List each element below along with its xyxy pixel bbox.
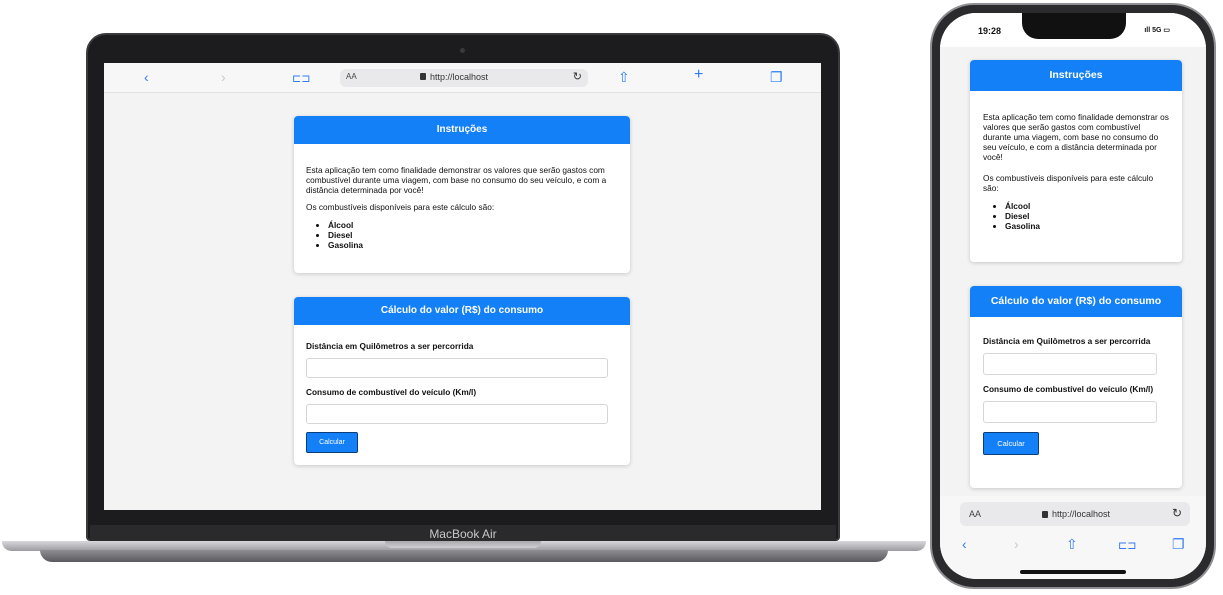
list-item: Gasolina bbox=[1005, 221, 1169, 231]
calculator-title: Cálculo do valor (R$) do consumo bbox=[970, 286, 1182, 317]
url-text: http://localhost bbox=[430, 72, 489, 82]
consumption-input[interactable] bbox=[306, 404, 608, 424]
device-mockup-stage: MacBook Air ‹ › ⊏⊐ AA http://localhost ↻… bbox=[0, 0, 1223, 595]
address-bar[interactable]: AA http://localhost ↻ bbox=[960, 502, 1190, 526]
reload-icon[interactable]: ↻ bbox=[573, 70, 582, 83]
reload-icon[interactable]: ↻ bbox=[1172, 506, 1182, 520]
distance-input[interactable] bbox=[306, 358, 608, 378]
fuel-list: Álcool Diesel Gasolina bbox=[328, 220, 618, 250]
status-time: 19:28 bbox=[978, 26, 1002, 36]
laptop-brand-label: MacBook Air bbox=[429, 527, 497, 541]
calculator-title: Cálculo do valor (R$) do consumo bbox=[294, 297, 630, 325]
home-indicator bbox=[1020, 570, 1126, 574]
calculator-body: Distância em Quilômetros a ser percorrid… bbox=[294, 325, 630, 453]
calculator-card: Cálculo do valor (R$) do consumo Distânc… bbox=[970, 286, 1182, 488]
instructions-body: Esta aplicação tem como finalidade demon… bbox=[970, 91, 1182, 231]
back-icon[interactable]: ‹ bbox=[144, 69, 149, 85]
instructions-card: Instruções Esta aplicação tem como final… bbox=[970, 60, 1182, 262]
calculate-button[interactable]: Calcular bbox=[306, 432, 358, 453]
consumption-label: Consumo de combustível do veículo (Km/l) bbox=[306, 387, 477, 397]
distance-input[interactable] bbox=[983, 353, 1157, 375]
phone-browser-toolbar: AA http://localhost ↻ ‹ › ⇧ ⊏⊐ ❐ bbox=[940, 496, 1206, 579]
distance-label: Distância em Quilômetros a ser percorrid… bbox=[983, 336, 1151, 346]
calculate-button[interactable]: Calcular bbox=[983, 432, 1039, 455]
phone-notch bbox=[1022, 13, 1126, 39]
distance-label: Distância em Quilômetros a ser percorrid… bbox=[306, 341, 474, 351]
calculator-body: Distância em Quilômetros a ser percorrid… bbox=[970, 317, 1182, 455]
instructions-title: Instruções bbox=[970, 60, 1182, 91]
laptop-hinge-notch bbox=[385, 541, 541, 548]
share-icon[interactable]: ⇧ bbox=[618, 69, 630, 85]
instructions-paragraph: Esta aplicação tem como finalidade demon… bbox=[306, 165, 607, 195]
laptop-base-foot bbox=[40, 550, 888, 562]
bookmarks-icon[interactable]: ⊏⊐ bbox=[1118, 539, 1136, 552]
lock-icon bbox=[420, 73, 426, 80]
tabs-icon[interactable]: ❐ bbox=[1172, 536, 1185, 553]
calculator-card: Cálculo do valor (R$) do consumo Distânc… bbox=[294, 297, 630, 465]
list-item: Álcool bbox=[1005, 201, 1169, 211]
reader-aa-button[interactable]: AA bbox=[969, 509, 981, 519]
bookmarks-icon[interactable]: ⊏⊐ bbox=[292, 71, 310, 87]
list-item: Diesel bbox=[328, 230, 618, 240]
instructions-paragraph: Esta aplicação tem como finalidade demon… bbox=[983, 112, 1169, 162]
instructions-title: Instruções bbox=[294, 116, 630, 144]
new-tab-icon[interactable]: + bbox=[694, 67, 703, 83]
address-bar[interactable]: AA http://localhost ↻ bbox=[340, 69, 588, 87]
signal-battery-icon: ıll 5G ▭ bbox=[1144, 27, 1170, 34]
laptop-camera bbox=[460, 48, 465, 53]
fuels-intro: Os combustíveis disponíveis para este cá… bbox=[306, 202, 495, 212]
reader-aa-button[interactable]: AA bbox=[346, 72, 357, 81]
url-text: http://localhost bbox=[1052, 509, 1111, 519]
instructions-body: Esta aplicação tem como finalidade demon… bbox=[294, 144, 630, 250]
fuel-list: Álcool Diesel Gasolina bbox=[1005, 201, 1169, 231]
list-item: Gasolina bbox=[328, 240, 618, 250]
list-item: Álcool bbox=[328, 220, 618, 230]
lock-icon bbox=[1042, 511, 1048, 518]
laptop-browser-toolbar: ‹ › ⊏⊐ AA http://localhost ↻ ⇧ + ❐ bbox=[104, 63, 821, 93]
consumption-input[interactable] bbox=[983, 401, 1157, 423]
list-item: Diesel bbox=[1005, 211, 1169, 221]
instructions-card: Instruções Esta aplicação tem como final… bbox=[294, 116, 630, 273]
phone-screen: 19:28 ıll 5G ▭ Instruções Esta aplicação… bbox=[940, 13, 1206, 579]
share-icon[interactable]: ⇧ bbox=[1066, 536, 1078, 553]
tabs-icon[interactable]: ❐ bbox=[770, 69, 783, 85]
laptop-screen: ‹ › ⊏⊐ AA http://localhost ↻ ⇧ + ❐ Instr… bbox=[104, 63, 821, 510]
forward-icon[interactable]: › bbox=[1014, 536, 1019, 552]
fuels-intro: Os combustíveis disponíveis para este cá… bbox=[983, 173, 1154, 193]
back-icon[interactable]: ‹ bbox=[962, 536, 967, 552]
consumption-label: Consumo de combustível do veículo (Km/l) bbox=[983, 384, 1154, 394]
forward-icon[interactable]: › bbox=[221, 69, 226, 85]
